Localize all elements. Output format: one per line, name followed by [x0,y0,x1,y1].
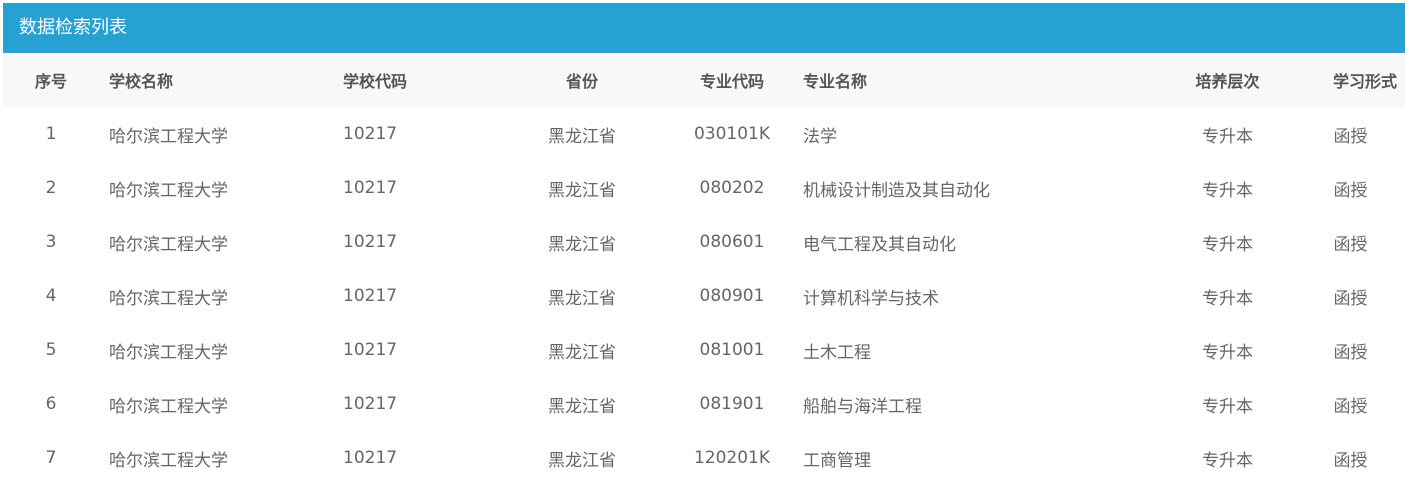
cell-study-form: 函授 [1333,396,1368,417]
cell-index: 7 [45,448,57,468]
table-row: 4 哈尔滨工程大学 10217 黑龙江省 080901 计算机科学与技术 专升本… [3,269,1405,323]
cell-school-code: 10217 [343,124,398,144]
cell-school-name: 哈尔滨工程大学 [109,234,228,255]
cell-province: 黑龙江省 [548,396,616,417]
cell-school-name: 哈尔滨工程大学 [109,180,228,201]
col-header-level: 培养层次 [1195,72,1260,91]
col-header-study-form: 学习形式 [1332,72,1397,91]
cell-major-name: 机械设计制造及其自动化 [803,180,990,201]
cell-study-form: 函授 [1333,234,1368,255]
table-row: 1 哈尔滨工程大学 10217 黑龙江省 030101K 法学 专升本 函授 [3,107,1405,161]
cell-major-name: 电气工程及其自动化 [803,234,956,255]
cell-index: 2 [45,178,57,198]
cell-major-code: 081001 [699,340,765,360]
cell-level: 专升本 [1202,396,1253,417]
cell-province: 黑龙江省 [548,234,616,255]
cell-province: 黑龙江省 [548,180,616,201]
cell-school-name: 哈尔滨工程大学 [109,342,228,363]
cell-school-code: 10217 [343,286,398,306]
cell-index: 1 [45,124,57,144]
col-header-major-code: 专业代码 [699,72,764,91]
cell-index: 3 [45,232,57,252]
results-table: 序号 学校名称 学校代码 省份 专业代码 专业名称 培养层次 学习形式 1 哈尔… [3,53,1405,485]
cell-school-code: 10217 [343,232,398,252]
cell-school-name: 哈尔滨工程大学 [109,450,228,471]
table-header-row: 序号 学校名称 学校代码 省份 专业代码 专业名称 培养层次 学习形式 [3,53,1405,107]
cell-province: 黑龙江省 [548,342,616,363]
cell-school-name: 哈尔滨工程大学 [109,126,228,147]
cell-study-form: 函授 [1333,288,1368,309]
cell-school-code: 10217 [343,178,398,198]
cell-index: 6 [45,394,57,414]
cell-school-code: 10217 [343,448,398,468]
cell-study-form: 函授 [1333,342,1368,363]
cell-major-name: 法学 [803,126,837,147]
cell-study-form: 函授 [1333,450,1368,471]
cell-major-code: 081901 [699,394,765,414]
cell-level: 专升本 [1202,450,1253,471]
cell-level: 专升本 [1202,126,1253,147]
col-header-major-name: 专业名称 [803,72,868,91]
cell-school-name: 哈尔滨工程大学 [109,396,228,417]
table-row: 5 哈尔滨工程大学 10217 黑龙江省 081001 土木工程 专升本 函授 [3,323,1405,377]
cell-major-name: 土木工程 [803,342,871,363]
cell-index: 5 [45,340,57,360]
cell-province: 黑龙江省 [548,126,616,147]
col-header-school-name: 学校名称 [109,72,174,91]
table-row: 7 哈尔滨工程大学 10217 黑龙江省 120201K 工商管理 专升本 函授 [3,431,1405,485]
cell-major-code: 080901 [699,286,765,306]
cell-study-form: 函授 [1333,180,1368,201]
cell-major-name: 工商管理 [803,450,871,471]
cell-school-name: 哈尔滨工程大学 [109,288,228,309]
cell-major-name: 计算机科学与技术 [803,288,939,309]
col-header-province: 省份 [565,72,598,91]
cell-major-code: 080202 [699,178,765,198]
panel-title: 数据检索列表 [3,3,1405,53]
cell-level: 专升本 [1202,342,1253,363]
cell-major-code: 080601 [699,232,765,252]
cell-level: 专升本 [1202,288,1253,309]
cell-school-code: 10217 [343,340,398,360]
data-search-list-panel: 数据检索列表 序号 学校名称 学校代码 省份 专业代码 专业名称 培养层次 学习… [3,3,1405,488]
col-header-index: 序号 [34,72,67,91]
cell-index: 4 [45,286,57,306]
col-header-school-code: 学校代码 [343,72,408,91]
cell-school-code: 10217 [343,394,398,414]
cell-level: 专升本 [1202,180,1253,201]
cell-level: 专升本 [1202,234,1253,255]
table-row: 2 哈尔滨工程大学 10217 黑龙江省 080202 机械设计制造及其自动化 … [3,161,1405,215]
cell-major-name: 船舶与海洋工程 [803,396,922,417]
cell-major-code: 120201K [693,448,771,468]
cell-province: 黑龙江省 [548,450,616,471]
cell-major-code: 030101K [693,124,771,144]
table-row: 3 哈尔滨工程大学 10217 黑龙江省 080601 电气工程及其自动化 专升… [3,215,1405,269]
cell-province: 黑龙江省 [548,288,616,309]
table-row: 6 哈尔滨工程大学 10217 黑龙江省 081901 船舶与海洋工程 专升本 … [3,377,1405,431]
cell-study-form: 函授 [1333,126,1368,147]
